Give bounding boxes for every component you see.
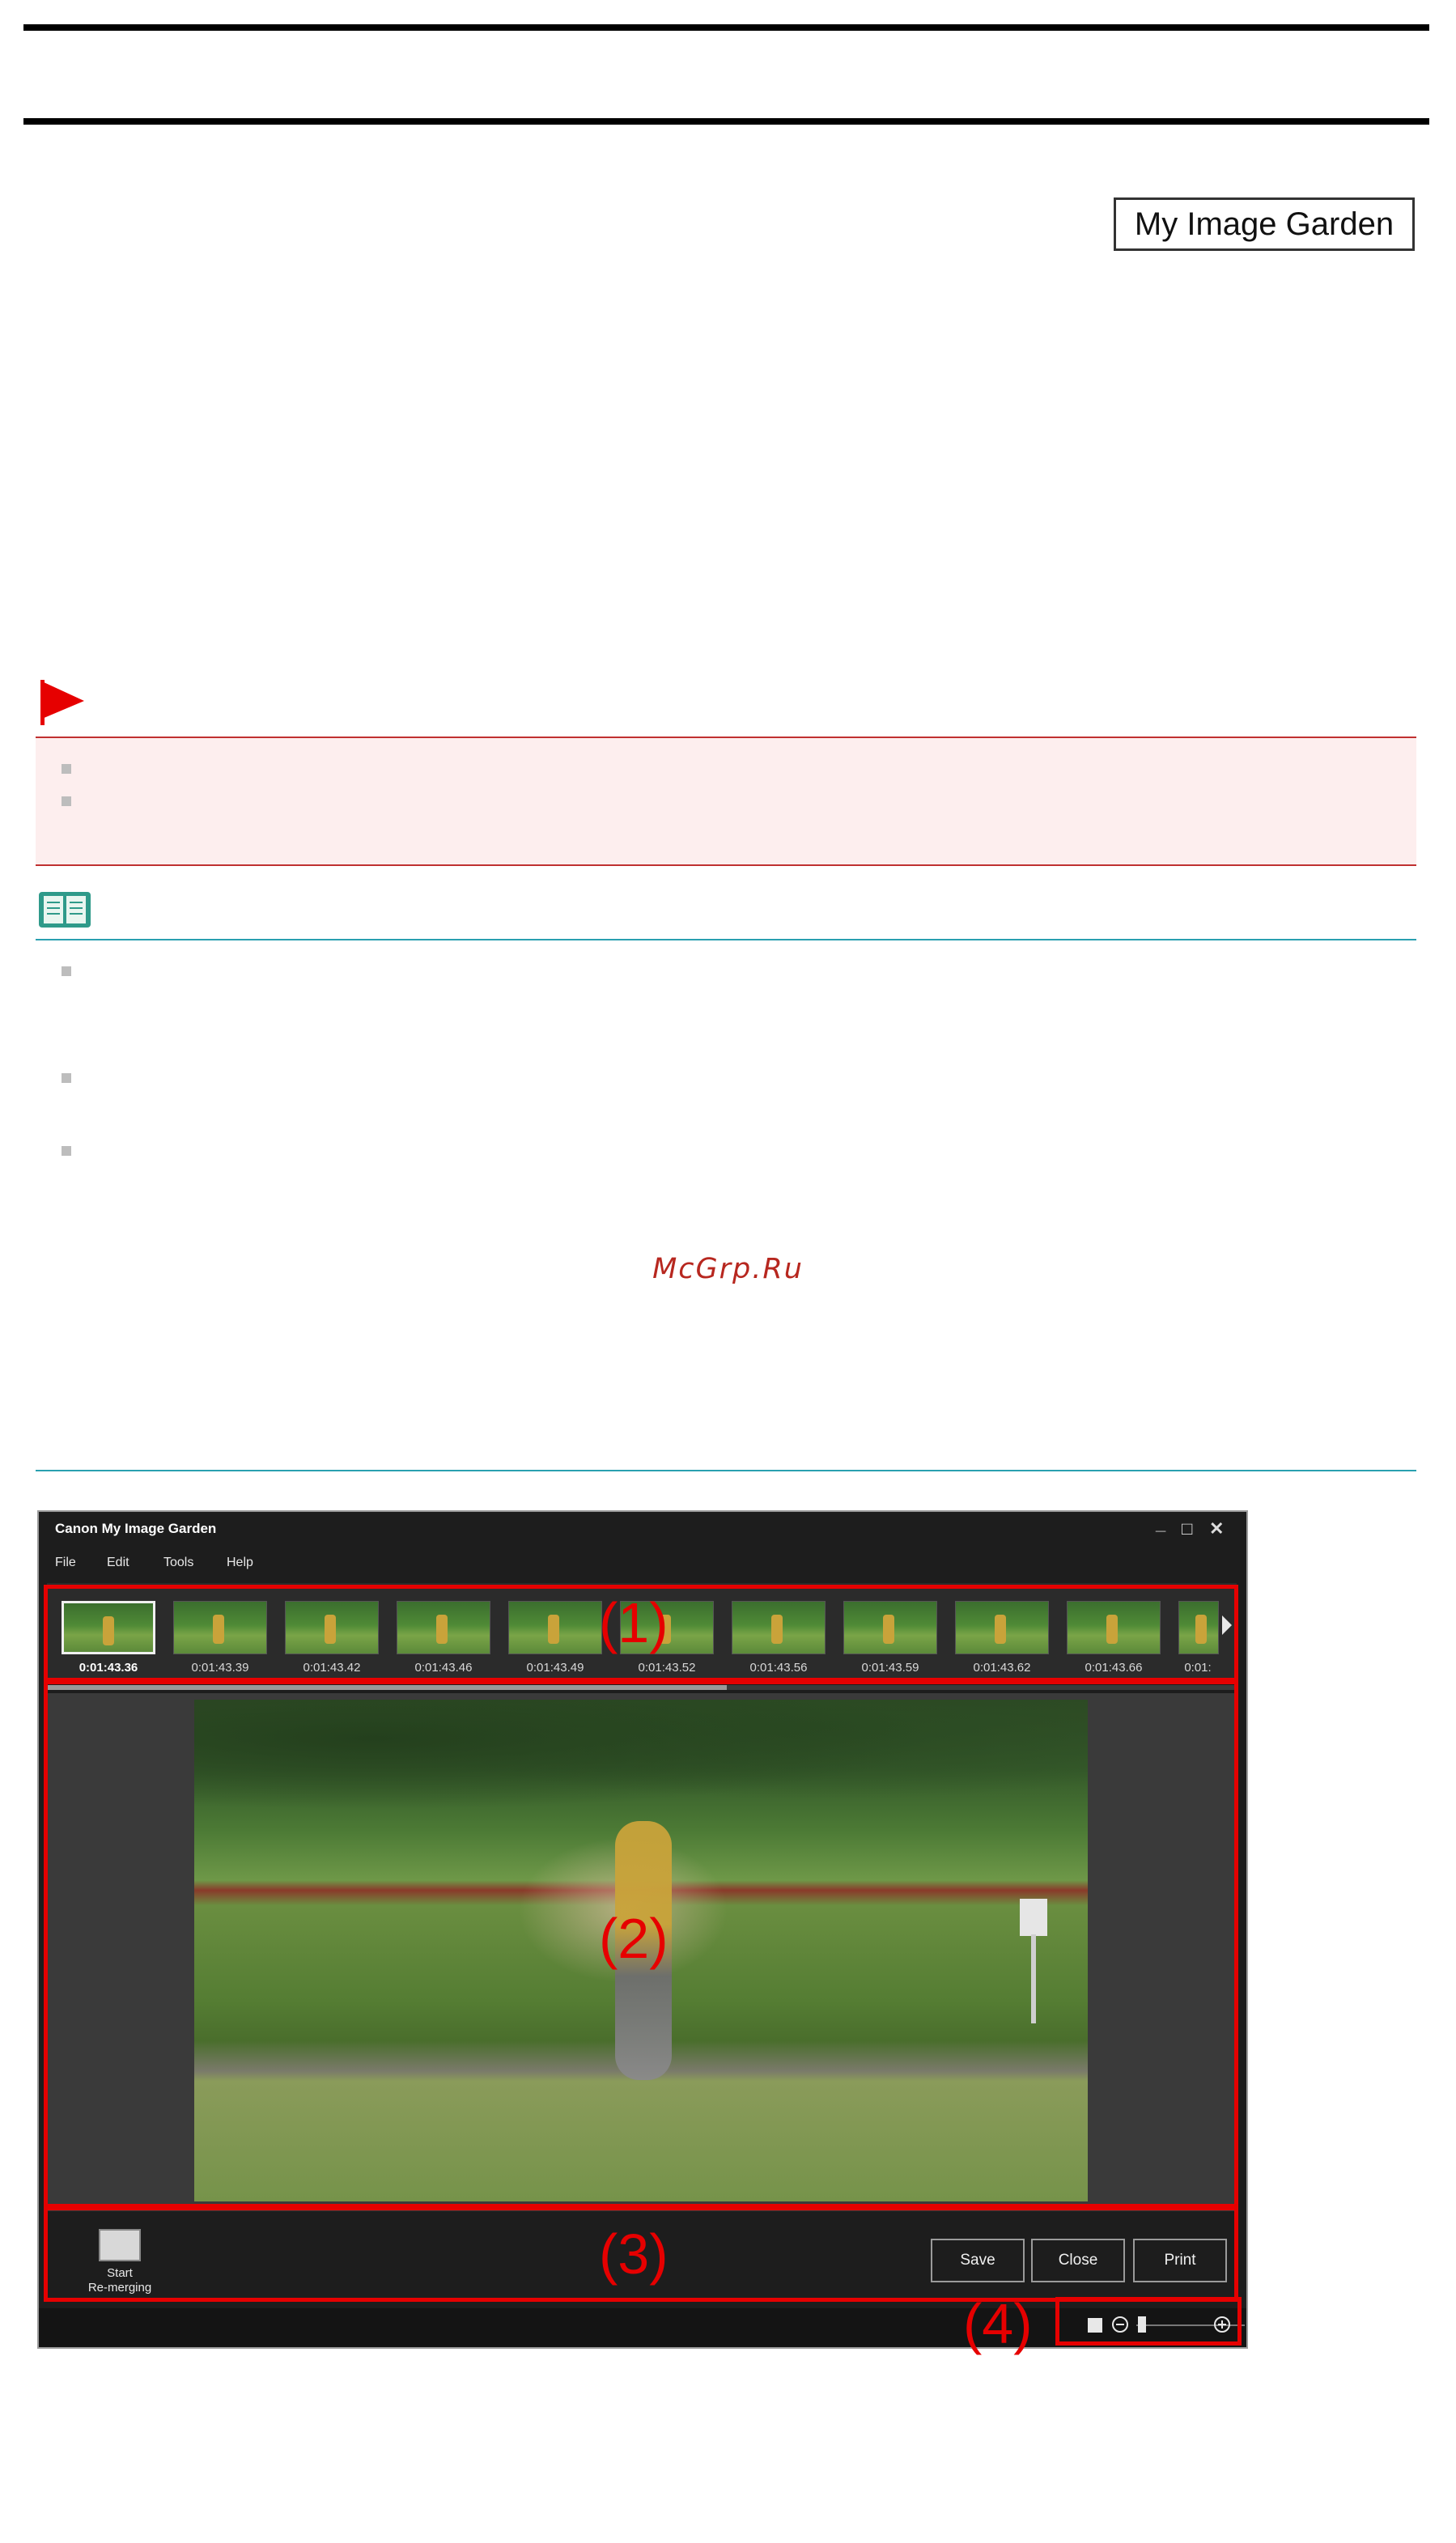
callout-label-4: (4) [963,2292,1033,2355]
watermark: McGrp.Ru [652,1253,804,1285]
callout-label-3: (3) [599,2222,669,2286]
bullet-icon [62,1146,71,1156]
title-bar: Canon My Image Garden _ □ ✕ [39,1512,1246,1549]
important-flag-icon [37,678,89,730]
maximize-icon[interactable]: □ [1182,1518,1192,1539]
note-rule [36,939,1416,940]
second-rule [23,118,1429,125]
top-rule [23,24,1429,31]
section-rule [36,1470,1416,1471]
minimize-icon[interactable]: _ [1156,1513,1165,1535]
app-badge: My Image Garden [1114,197,1415,251]
note-book-icon [37,889,92,934]
bullet-icon [62,966,71,976]
bullet-icon [62,764,71,774]
callout-label-1: (1) [599,1591,669,1654]
bullet-icon [62,1073,71,1083]
menu-help[interactable]: Help [227,1556,253,1570]
close-icon[interactable]: ✕ [1209,1518,1224,1539]
important-box [36,737,1416,866]
callout-label-2: (2) [599,1907,669,1970]
menu-bar: File Edit Tools Help [39,1549,1246,1577]
menu-file[interactable]: File [55,1556,76,1570]
bullet-icon [62,796,71,806]
menu-tools[interactable]: Tools [163,1556,193,1570]
window-title: Canon My Image Garden [55,1521,217,1536]
callout-box-4 [1055,2297,1242,2346]
menu-edit[interactable]: Edit [107,1556,129,1570]
